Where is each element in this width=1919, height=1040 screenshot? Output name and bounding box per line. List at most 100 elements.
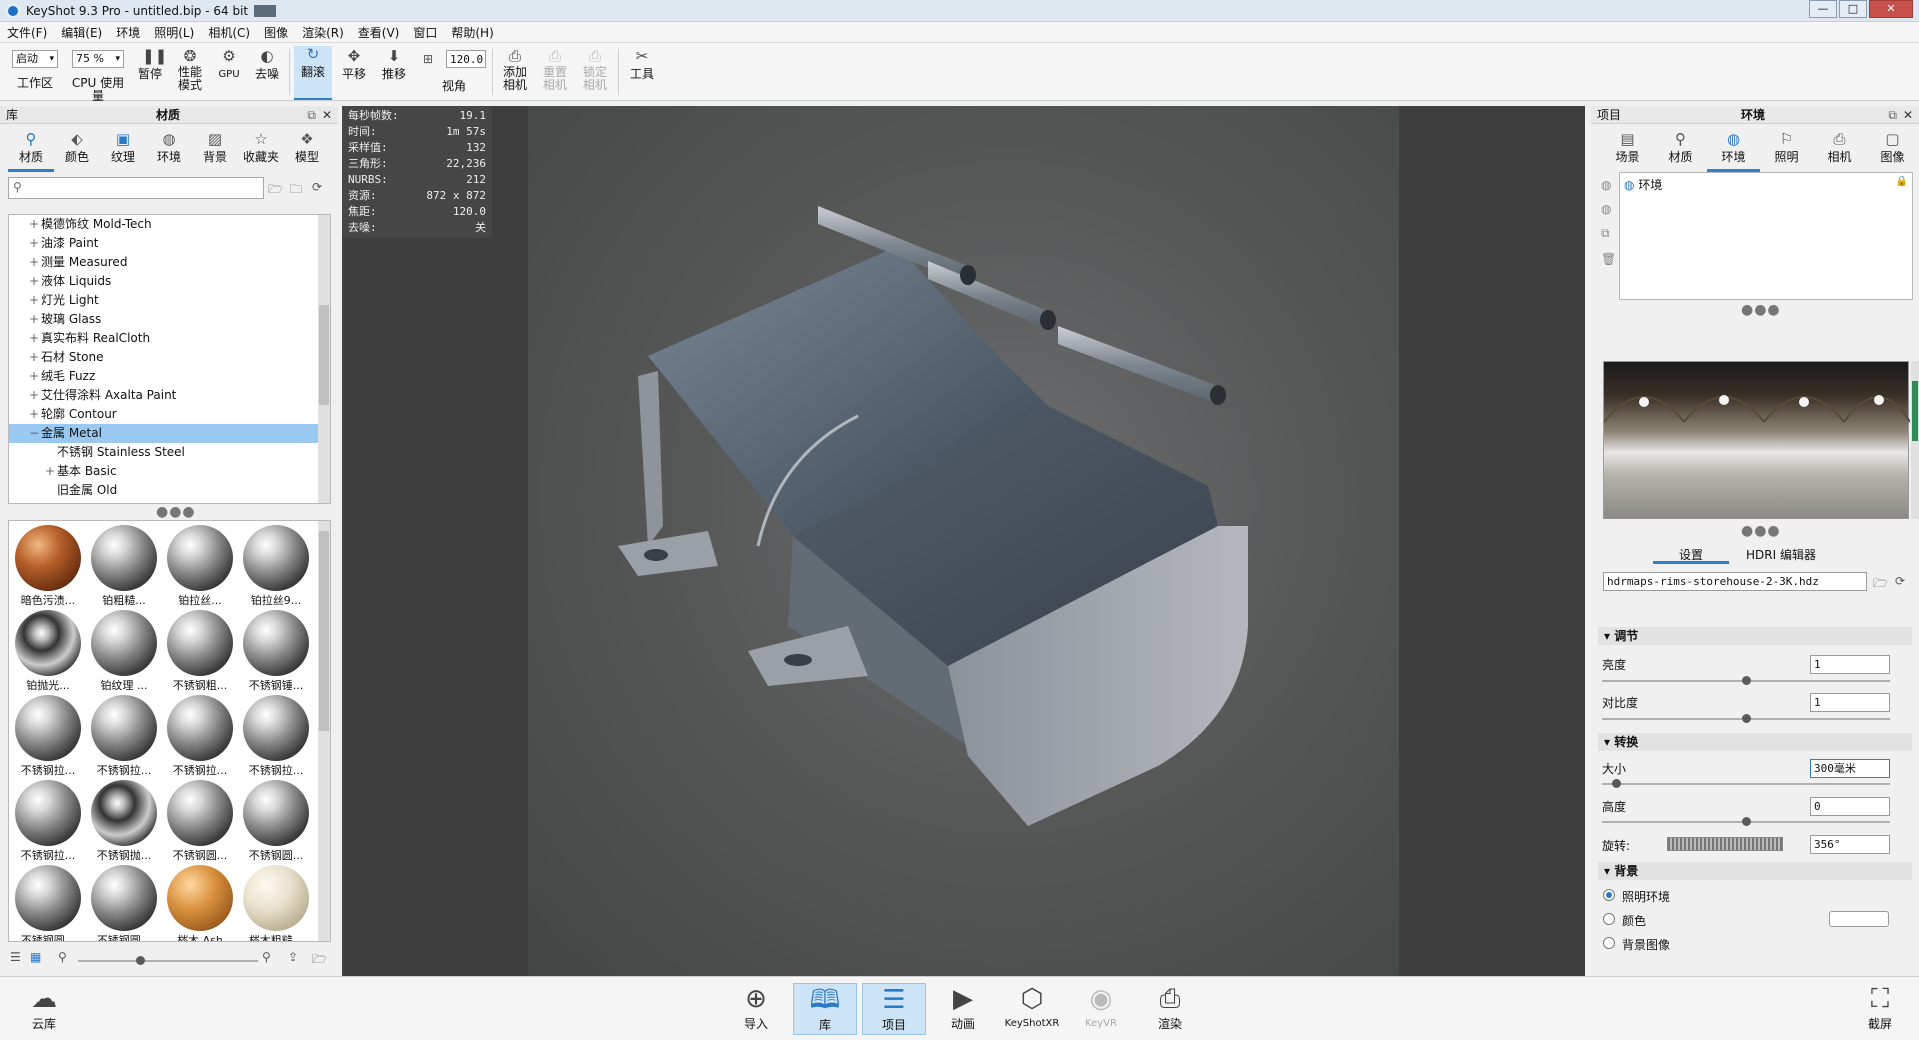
material-thumbnail[interactable]: 不锈钢圆... [13, 863, 83, 941]
material-thumbnail[interactable]: 暗色污渍... [13, 523, 83, 607]
tab-lighting[interactable]: ⚐ 照明 [1760, 128, 1813, 172]
zoom-in-icon[interactable]: ⚲ [262, 950, 271, 964]
folder-export-icon[interactable]: 🗀 [290, 180, 302, 201]
material-thumbnail[interactable]: 铂抛光... [13, 608, 83, 692]
close-panel-icon[interactable]: ✕ [1903, 106, 1913, 124]
material-thumbnail[interactable]: 铂拉丝9... [241, 523, 311, 607]
folder-open-icon[interactable]: 🗁 [1873, 574, 1888, 595]
tab-image[interactable]: ▢ 图像 [1866, 128, 1919, 172]
duplicate-environment-icon[interactable]: ◍ [1601, 202, 1611, 216]
tree-item[interactable]: + 基本 Basic [9, 462, 330, 481]
rotation-input[interactable]: 356° [1810, 835, 1890, 854]
tools-button[interactable]: ✂ 工具 [624, 48, 660, 98]
hdri-preview[interactable] [1603, 361, 1911, 519]
menu-lighting[interactable]: 照明(L) [147, 24, 201, 41]
render-button[interactable]: ⎙ 渲染 [1138, 983, 1202, 1032]
tab-hdri-editor[interactable]: HDRI 编辑器 [1733, 546, 1829, 564]
project-button[interactable]: ☰ 项目 [862, 983, 926, 1035]
contrast-slider-knob[interactable] [1742, 714, 1751, 723]
close-panel-icon[interactable]: ✕ [322, 106, 332, 124]
keyvr-button[interactable]: ◉ KeyVR [1069, 983, 1133, 1029]
section-transform[interactable]: ▾ 转换 [1598, 733, 1912, 751]
material-thumbnail[interactable]: 梣木粗糙... [241, 863, 311, 941]
tab-settings[interactable]: 设置 [1653, 546, 1729, 564]
tab-textures[interactable]: ▣ 纹理 [100, 128, 146, 172]
library-button[interactable]: 🕮 库 [793, 983, 857, 1035]
cpu-usage-select[interactable]: 75 % [72, 50, 124, 68]
import-button[interactable]: ⊕ 导入 [724, 983, 788, 1032]
material-thumbnail[interactable]: 不锈钢圆... [165, 778, 235, 862]
material-thumbnail[interactable]: 铂粗糙... [89, 523, 159, 607]
expand-toggle-icon[interactable]: + [27, 253, 41, 272]
tree-item[interactable]: + 测量 Measured [9, 253, 330, 272]
render-scene[interactable] [528, 106, 1399, 976]
tree-item[interactable]: + 液体 Liquids [9, 272, 330, 291]
bg-color-swatch[interactable] [1829, 911, 1889, 927]
pan-button[interactable]: ✥ 平移 [336, 48, 372, 98]
height-input[interactable]: 0 [1810, 797, 1890, 816]
menu-environment[interactable]: 环境 [109, 24, 147, 41]
tree-item[interactable]: + 轮廓 Contour [9, 405, 330, 424]
tab-materials[interactable]: ⚲ 材质 [8, 128, 54, 172]
splitter-handle-icon[interactable]: ●●● [1741, 302, 1781, 318]
zoom-out-icon[interactable]: ⚲ [58, 950, 67, 964]
expand-toggle-icon[interactable]: + [27, 367, 41, 386]
maximize-button[interactable]: □ [1839, 0, 1867, 18]
upload-icon[interactable]: ⇪ [288, 950, 298, 964]
size-slider[interactable] [1602, 779, 1890, 788]
cpu-usage-button[interactable]: CPU 使用量 [66, 77, 130, 103]
tree-item[interactable]: + 艾仕得涂料 Axalta Paint [9, 386, 330, 405]
fov-input[interactable]: 120.0 [446, 50, 486, 68]
copy-environment-icon[interactable]: ⧉ [1601, 226, 1610, 241]
thumbnail-size-slider[interactable] [78, 956, 258, 965]
brightness-slider[interactable] [1602, 676, 1890, 685]
tree-item[interactable]: + 真实布料 RealCloth [9, 329, 330, 348]
tab-backplates[interactable]: ▨ 背景 [192, 128, 238, 172]
tree-item[interactable]: 旧金属 Old [9, 481, 330, 500]
expand-toggle-icon[interactable]: + [27, 215, 41, 234]
menu-file[interactable]: 文件(F) [0, 24, 54, 41]
expand-toggle-icon[interactable]: − [27, 424, 41, 443]
menu-window[interactable]: 窗口 [406, 24, 444, 41]
expand-toggle-icon[interactable]: + [27, 386, 41, 405]
folder-import-icon[interactable]: 🗁 [268, 180, 283, 201]
grid-scrollbar[interactable] [318, 521, 330, 941]
material-thumbnail[interactable]: 不锈钢拉... [241, 693, 311, 777]
reset-camera-button[interactable]: ⎙ 重置相机 [538, 48, 572, 100]
dolly-button[interactable]: ⬇ 推移 [376, 48, 412, 98]
close-button[interactable]: ✕ [1869, 0, 1913, 18]
hdri-file-input[interactable]: hdrmaps-rims-storehouse-2-3K.hdz [1603, 572, 1867, 591]
refresh-icon[interactable]: ⟳ [312, 180, 322, 194]
tree-item[interactable]: − 金属 Metal [9, 424, 330, 443]
tab-favorites[interactable]: ☆ 收藏夹 [238, 128, 284, 172]
menu-help[interactable]: 帮助(H) [444, 24, 500, 41]
folder-icon[interactable]: 🗁 [312, 950, 327, 971]
brightness-slider-knob[interactable] [1742, 676, 1751, 685]
tab-camera[interactable]: ⎙ 相机 [1813, 128, 1866, 172]
material-thumbnail[interactable]: 铂纹理 ... [89, 608, 159, 692]
keyshotxr-button[interactable]: ⬡ KeyShotXR [1000, 983, 1064, 1029]
height-slider[interactable] [1602, 817, 1890, 826]
expand-toggle-icon[interactable]: + [27, 405, 41, 424]
expand-toggle-icon[interactable]: + [43, 462, 57, 481]
material-thumbnail[interactable]: 不锈钢拉... [13, 778, 83, 862]
tab-environment[interactable]: ◍ 环境 [1707, 128, 1760, 172]
add-camera-button[interactable]: ⎙ 添加相机 [498, 48, 532, 100]
tree-item[interactable]: + 石材 Stone [9, 348, 330, 367]
delete-environment-icon[interactable]: 🗑 [1601, 252, 1616, 266]
performance-mode-button[interactable]: ❂ 性能模式 [172, 48, 208, 100]
material-thumbnail[interactable]: 梣木 Ash [165, 863, 235, 941]
menu-edit[interactable]: 编辑(E) [54, 24, 109, 41]
denoise-button[interactable]: ◐ 去噪 [250, 48, 284, 98]
workspace-button[interactable]: 工作区 [14, 77, 56, 90]
tree-scrollbar[interactable] [318, 215, 330, 503]
reload-icon[interactable]: ⟳ [1895, 574, 1905, 588]
height-slider-knob[interactable] [1742, 817, 1751, 826]
bg-image-radio[interactable] [1603, 937, 1615, 949]
tree-item[interactable]: + 模德饰纹 Mold-Tech [9, 215, 330, 234]
material-thumbnail[interactable]: 不锈钢粗... [165, 608, 235, 692]
library-search-input[interactable] [29, 179, 259, 197]
tree-item[interactable]: + 灯光 Light [9, 291, 330, 310]
size-slider-knob[interactable] [1612, 779, 1621, 788]
section-background[interactable]: ▾ 背景 [1598, 862, 1912, 880]
